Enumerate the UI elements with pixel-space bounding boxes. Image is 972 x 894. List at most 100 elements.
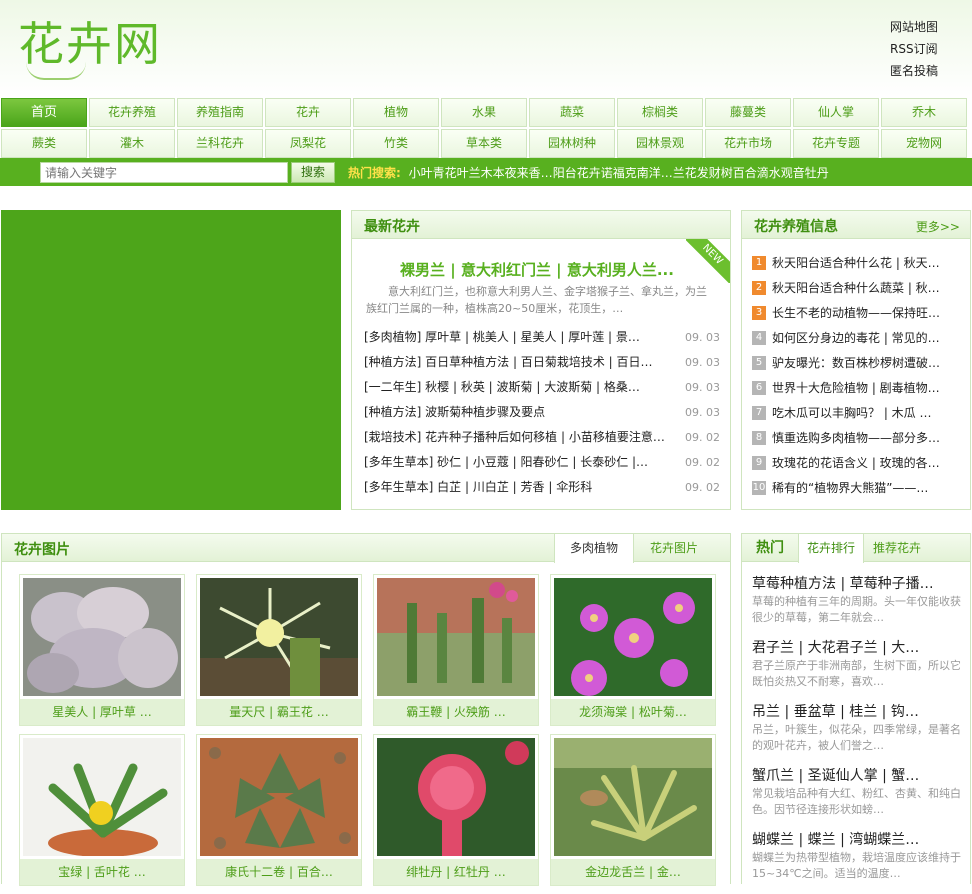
nav-item[interactable]: 乔木 xyxy=(881,98,967,127)
picture-caption[interactable]: 量天尺 | 霸王花 … xyxy=(197,699,361,725)
hot-keyword-link[interactable]: 滴水观音 xyxy=(757,166,805,180)
nav-item[interactable]: 灌木 xyxy=(89,129,175,158)
red-cactus-photo[interactable] xyxy=(377,738,535,856)
hot-item-title[interactable]: 吊兰 | 垂盆草 | 桂兰 | 钩… xyxy=(752,704,919,720)
hot-item-title[interactable]: 草莓种植方法 | 草莓种子播… xyxy=(752,576,934,592)
picture-card[interactable]: 康氏十二卷 | 百合… xyxy=(196,734,362,886)
headline-link[interactable]: 裸男兰 | 意大利红门兰 | 意大利男人兰... xyxy=(372,259,702,280)
succulent-photo[interactable] xyxy=(23,578,181,696)
rank-link[interactable]: 秋天阳台适合种什么花 | 秋天… xyxy=(772,256,940,270)
picture-caption[interactable]: 霸王鞭 | 火殃筋 … xyxy=(374,699,538,725)
rank-link[interactable]: 世界十大危险植物 | 剧毒植物… xyxy=(772,381,940,395)
cactus-flower-photo[interactable] xyxy=(200,578,358,696)
search-input[interactable] xyxy=(40,162,288,183)
picture-card[interactable]: 宝绿 | 舌叶花 … xyxy=(19,734,185,886)
picture-card[interactable]: 霸王鞭 | 火殃筋 … xyxy=(373,574,539,726)
news-link[interactable]: [一二年生] 秋樱 | 秋英 | 波斯菊 | 大波斯菊 | 格桑… xyxy=(364,375,674,400)
rank-list: 1 秋天阳台适合种什么花 | 秋天… 2 秋天阳台适合种什么蔬菜 | 秋… 3 长生不老的… xyxy=(752,251,964,501)
nav-item[interactable]: 花卉市场 xyxy=(705,129,791,158)
news-link[interactable]: [种植方法] 百日草种植方法 | 百日菊栽培技术 | 百日… xyxy=(364,350,674,375)
rank-number-icon: 4 xyxy=(752,330,766,345)
hot-keyword-link[interactable]: 阳台花卉 xyxy=(553,166,601,180)
nav-item[interactable]: 棕榈类 xyxy=(617,98,703,127)
rank-link[interactable]: 如何区分身边的毒花 | 常见的… xyxy=(772,331,940,345)
picture-card[interactable]: 龙须海棠 | 松叶菊… xyxy=(550,574,716,726)
hot-keyword-link[interactable]: 发财树 xyxy=(697,166,733,180)
news-link[interactable]: [种植方法] 波斯菊种植步骤及要点 xyxy=(364,400,674,425)
picture-caption[interactable]: 星美人 | 厚叶草 … xyxy=(20,699,184,725)
news-date: 09. 02 xyxy=(685,431,720,444)
nav-item[interactable]: 植物 xyxy=(353,98,439,127)
nav-item[interactable]: 草本类 xyxy=(441,129,527,158)
tab-hot[interactable]: 热门 xyxy=(742,534,798,562)
picture-card[interactable]: 绯牡丹 | 红牡丹 … xyxy=(373,734,539,886)
hot-item-desc: 草莓的种植有三年的周期。头一年仅能收获很少的草莓，第二年就会… xyxy=(752,595,961,624)
picture-card[interactable]: 金边龙舌兰 | 金… xyxy=(550,734,716,886)
hot-item-title[interactable]: 蝴蝶兰 | 蝶兰 | 湾蝴蝶兰… xyxy=(752,832,919,848)
rank-number-icon: 6 xyxy=(752,380,766,395)
tab-flower-ranking[interactable]: 花卉排行 xyxy=(798,534,864,563)
yellow-flower-photo[interactable] xyxy=(23,738,181,856)
rank-number-icon: 2 xyxy=(752,280,766,295)
nav-item[interactable]: 水果 xyxy=(441,98,527,127)
nav-item[interactable]: 蔬菜 xyxy=(529,98,615,127)
nav-item[interactable]: 凤梨花 xyxy=(265,129,351,158)
rank-link[interactable]: 玫瑰花的花语含义 | 玫瑰的各… xyxy=(772,456,940,470)
nav-item[interactable]: 首页 xyxy=(1,98,87,127)
rank-link[interactable]: 秋天阳台适合种什么蔬菜 | 秋… xyxy=(772,281,940,295)
rank-link[interactable]: 驴友曝光：数百株杪椤树遭破… xyxy=(772,356,940,370)
site-logo[interactable]: 花卉网 xyxy=(18,14,162,80)
hot-keyword-link[interactable]: 花叶兰 xyxy=(445,166,481,180)
nav-item[interactable]: 花卉专题 xyxy=(793,129,879,158)
tab-flower-pictures[interactable]: 花卉图片 xyxy=(634,534,714,562)
hot-item-title[interactable]: 君子兰 | 大花君子兰 | 大… xyxy=(752,640,919,656)
rank-link[interactable]: 长生不老的动植物——保持旺… xyxy=(772,306,940,320)
hot-keyword-link[interactable]: 兰花 xyxy=(673,166,697,180)
hot-keyword-link[interactable]: 诺福克南洋… xyxy=(601,166,673,180)
cactus-garden-photo[interactable] xyxy=(377,578,535,696)
nav-item[interactable]: 园林树种 xyxy=(529,129,615,158)
tab-recommended[interactable]: 推荐花卉 xyxy=(864,534,930,562)
picture-card[interactable]: 量天尺 | 霸王花 … xyxy=(196,574,362,726)
nav-item[interactable]: 兰科花卉 xyxy=(177,129,263,158)
rank-link[interactable]: 吃木瓜可以丰胸吗？ | 木瓜 … xyxy=(772,406,932,420)
nav-item[interactable]: 宠物网 xyxy=(881,129,967,158)
nav-item[interactable]: 花卉养殖 xyxy=(89,98,175,127)
hot-keyword-link[interactable]: 木本夜来香… xyxy=(481,166,553,180)
hot-keyword-link[interactable]: 百合 xyxy=(733,166,757,180)
news-link[interactable]: [栽培技术] 花卉种子播种后如何移植 | 小苗移植要注意… xyxy=(364,425,674,450)
nav-item[interactable]: 花卉 xyxy=(265,98,351,127)
tab-succulents[interactable]: 多肉植物 xyxy=(554,534,634,563)
picture-caption[interactable]: 龙须海棠 | 松叶菊… xyxy=(551,699,715,725)
hot-keyword-link[interactable]: 小叶青 xyxy=(409,166,445,180)
pink-flower-photo[interactable] xyxy=(554,578,712,696)
news-row: [种植方法] 百日草种植方法 | 百日菊栽培技术 | 百日… 09. 03 xyxy=(364,350,720,375)
haworthia-photo[interactable] xyxy=(200,738,358,856)
nav-item[interactable]: 竹类 xyxy=(353,129,439,158)
news-link[interactable]: [多肉植物] 厚叶草 | 桃美人 | 星美人 | 厚叶莲 | 景… xyxy=(364,325,674,350)
rank-link[interactable]: 慎重选购多肉植物——部分多… xyxy=(772,431,940,445)
picture-caption[interactable]: 绯牡丹 | 红牡丹 … xyxy=(374,859,538,885)
hot-item-title[interactable]: 蟹爪兰 | 圣诞仙人掌 | 蟹… xyxy=(752,768,919,784)
nav-item[interactable]: 藤蔓类 xyxy=(705,98,791,127)
more-link[interactable]: 更多>> xyxy=(916,218,960,235)
news-link[interactable]: [多年生草本] 白芷 | 川白芷 | 芳香 | 伞形科 xyxy=(364,475,674,500)
submit-link[interactable]: 匿名投稿 xyxy=(890,60,938,82)
picture-caption[interactable]: 康氏十二卷 | 百合… xyxy=(197,859,361,885)
picture-caption[interactable]: 金边龙舌兰 | 金… xyxy=(551,859,715,885)
nav-item[interactable]: 仙人掌 xyxy=(793,98,879,127)
nav-item[interactable]: 蕨类 xyxy=(1,129,87,158)
news-link[interactable]: [多年生草本] 砂仁 | 小豆蔻 | 阳春砂仁 | 长泰砂仁 |… xyxy=(364,450,674,475)
search-bar: 搜索 热门搜索: 小叶青花叶兰木本夜来香…阳台花卉诺福克南洋…兰花发财树百合滴水… xyxy=(0,158,972,186)
nav-item[interactable]: 园林景观 xyxy=(617,129,703,158)
agave-photo[interactable] xyxy=(554,738,712,856)
search-button[interactable]: 搜索 xyxy=(291,162,335,183)
picture-card[interactable]: 星美人 | 厚叶草 … xyxy=(19,574,185,726)
nav-item[interactable]: 养殖指南 xyxy=(177,98,263,127)
picture-caption[interactable]: 宝绿 | 舌叶花 … xyxy=(20,859,184,885)
sitemap-link[interactable]: 网站地图 xyxy=(890,16,938,38)
rss-link[interactable]: RSS订阅 xyxy=(890,38,938,60)
hot-item: 草莓种植方法 | 草莓种子播… 草莓的种植有三年的周期。头一年仅能收获很少的草莓，… xyxy=(752,574,966,638)
rank-link[interactable]: 稀有的“植物界大熊猫”——… xyxy=(772,481,928,495)
hot-keyword-link[interactable]: 牡丹 xyxy=(805,166,829,180)
